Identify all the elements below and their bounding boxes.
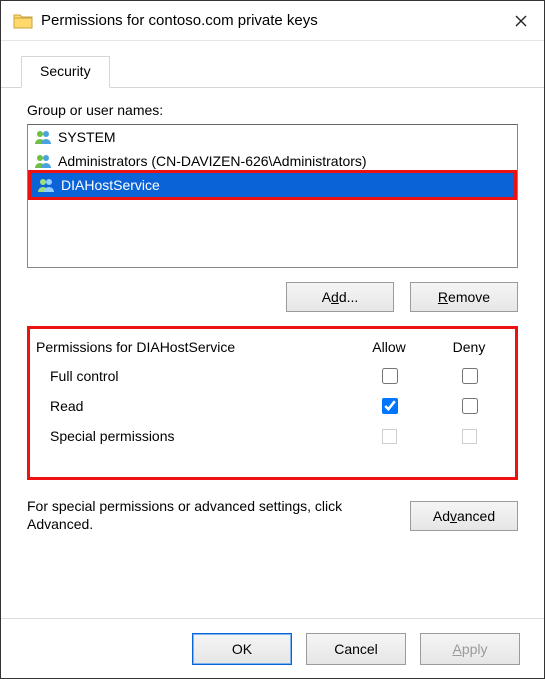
list-item-label: SYSTEM (58, 129, 116, 145)
close-button[interactable] (498, 2, 544, 40)
advanced-button[interactable]: Advanced (410, 501, 518, 531)
permission-row: Full control (36, 361, 509, 391)
allow-read-checkbox[interactable] (382, 398, 398, 414)
remove-button[interactable]: Remove (410, 282, 518, 312)
user-listbox[interactable]: SYSTEM Administrators (CN-DAVIZEN-626\Ad… (27, 124, 518, 268)
permissions-title: Permissions for DIAHostService (36, 339, 349, 355)
permissions-header: Permissions for DIAHostService Allow Den… (36, 333, 509, 361)
highlight-selected-user: DIAHostService (28, 170, 517, 200)
allow-special-checkbox (382, 429, 397, 444)
add-button[interactable]: Add... (286, 282, 394, 312)
tab-strip: Security (1, 41, 544, 88)
permission-name: Special permissions (50, 428, 349, 444)
column-allow: Allow (349, 339, 429, 355)
window-title: Permissions for contoso.com private keys (41, 12, 498, 29)
ok-button[interactable]: OK (192, 633, 292, 665)
close-icon (515, 15, 527, 27)
list-item[interactable]: DIAHostService (31, 173, 514, 197)
advanced-text: For special permissions or advanced sett… (27, 498, 394, 533)
deny-special-checkbox (462, 429, 477, 444)
column-deny: Deny (429, 339, 509, 355)
permissions-panel: Permissions for DIAHostService Allow Den… (27, 326, 518, 480)
deny-read-checkbox[interactable] (462, 398, 478, 414)
permission-name: Read (50, 398, 349, 414)
user-icon (37, 176, 55, 194)
tab-content: Group or user names: SYSTEM Administrato… (1, 88, 544, 539)
permission-row: Special permissions (36, 421, 509, 451)
titlebar: Permissions for contoso.com private keys (1, 1, 544, 41)
dialog-button-bar: OK Cancel Apply (1, 618, 544, 678)
permission-row: Read (36, 391, 509, 421)
folder-icon (13, 11, 33, 31)
list-item-label: DIAHostService (61, 177, 160, 193)
tab-security[interactable]: Security (21, 56, 110, 88)
cancel-button[interactable]: Cancel (306, 633, 406, 665)
user-buttons-row: Add... Remove (27, 282, 518, 312)
group-icon (34, 152, 52, 170)
advanced-row: For special permissions or advanced sett… (27, 498, 518, 533)
deny-fullcontrol-checkbox[interactable] (462, 368, 478, 384)
list-item[interactable]: SYSTEM (28, 125, 517, 149)
list-item-label: Administrators (CN-DAVIZEN-626\Administr… (58, 153, 367, 169)
group-icon (34, 128, 52, 146)
groups-label: Group or user names: (27, 102, 518, 118)
allow-fullcontrol-checkbox[interactable] (382, 368, 398, 384)
apply-button[interactable]: Apply (420, 633, 520, 665)
permission-name: Full control (50, 368, 349, 384)
